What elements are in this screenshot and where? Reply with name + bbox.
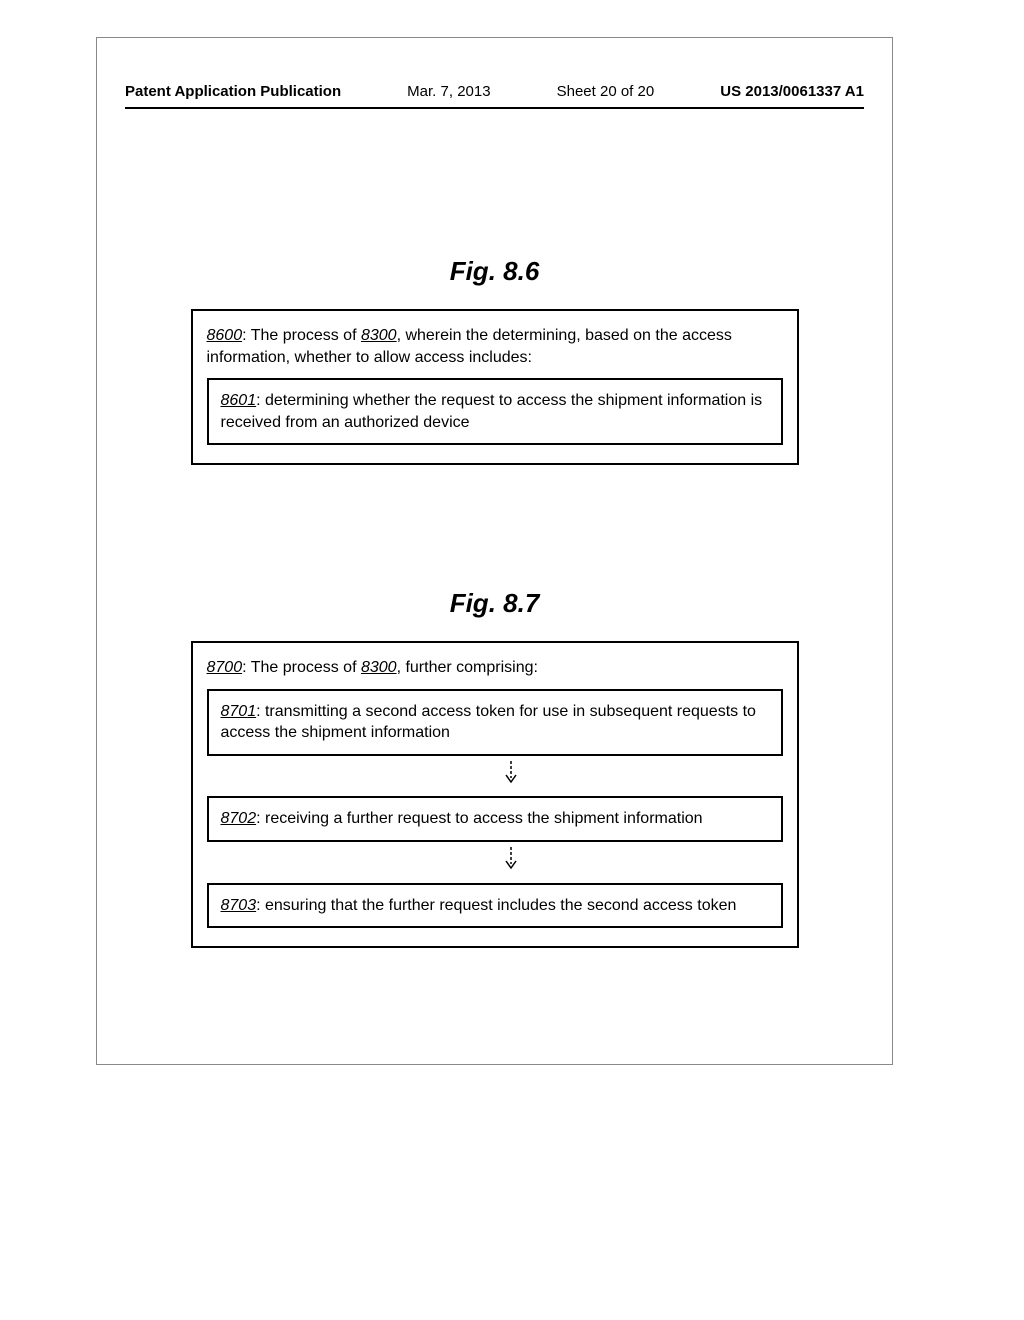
sheet-number: Sheet 20 of 20: [557, 83, 655, 100]
step-box-8701: 8701: transmitting a second access token…: [207, 689, 783, 756]
process-box-8600: 8600: The process of 8300, wherein the d…: [191, 309, 799, 465]
publication-date: Mar. 7, 2013: [407, 83, 490, 100]
step-text: : receiving a further request to access …: [256, 810, 702, 827]
figure-8-6: Fig. 8.6 8600: The process of 8300, wher…: [97, 256, 892, 465]
text-fragment: : The process of: [242, 327, 361, 344]
publication-label: Patent Application Publication: [125, 83, 341, 100]
publication-number: US 2013/0061337 A1: [720, 83, 864, 100]
ref-8701: 8701: [221, 703, 257, 720]
page-header: Patent Application Publication Mar. 7, 2…: [125, 83, 864, 100]
ref-8300: 8300: [361, 327, 397, 344]
step-box-8601: 8601: determining whether the request to…: [207, 378, 783, 445]
page-frame: Patent Application Publication Mar. 7, 2…: [96, 37, 893, 1065]
arrow-down-icon: [503, 846, 519, 872]
step-text: : determining whether the request to acc…: [221, 392, 763, 431]
ref-8702: 8702: [221, 810, 257, 827]
step-box-8702: 8702: receiving a further request to acc…: [207, 796, 783, 842]
ref-8601: 8601: [221, 392, 257, 409]
process-box-8700: 8700: The process of 8300, further compr…: [191, 641, 799, 948]
arrow-down-icon: [503, 760, 519, 786]
ref-8700: 8700: [207, 659, 243, 676]
step-text: : ensuring that the further request incl…: [256, 897, 736, 914]
step-box-8703: 8703: ensuring that the further request …: [207, 883, 783, 929]
flow-arrow: [207, 756, 815, 797]
ref-8600: 8600: [207, 327, 243, 344]
flow-arrow: [207, 842, 815, 883]
ref-8300: 8300: [361, 659, 397, 676]
figure-8-7: Fig. 8.7 8700: The process of 8300, furt…: [97, 588, 892, 948]
ref-8703: 8703: [221, 897, 257, 914]
header-rule: [125, 107, 864, 109]
text-fragment: : The process of: [242, 659, 361, 676]
process-intro: 8600: The process of 8300, wherein the d…: [207, 325, 783, 368]
figure-title: Fig. 8.7: [97, 588, 892, 619]
text-fragment: , further comprising:: [397, 659, 538, 676]
step-text: : transmitting a second access token for…: [221, 703, 756, 742]
process-intro: 8700: The process of 8300, further compr…: [207, 657, 783, 679]
figure-title: Fig. 8.6: [97, 256, 892, 287]
